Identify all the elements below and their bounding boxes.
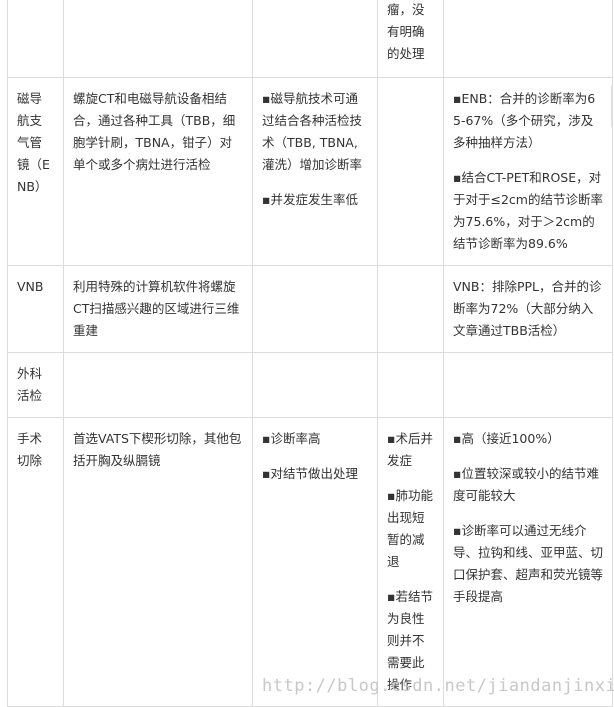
method-cell: 手术切除 <box>7 417 64 707</box>
diagnostic-rate-item: ▪高（接近100%） <box>453 431 560 446</box>
diagnostic-rate-item: ▪位置较深或较小的结节难度可能较大 <box>453 466 599 503</box>
method-cell: VNB <box>7 265 64 353</box>
disadvantages-cell <box>377 77 444 266</box>
table-row: 手术切除 首选VATS下楔形切除，其他包括开胸及纵膈镜 ▪诊断率高 ▪对结节做出… <box>7 417 613 707</box>
advantages-cell <box>252 352 378 418</box>
description-cell <box>63 0 253 78</box>
advantages-cell <box>252 265 378 353</box>
method-cell: 磁导航支气管镜（ENB） <box>7 77 64 266</box>
diagnostic-rate-cell: ▪ENB：合并的诊断率为65-67%（多个研究，涉及多种抽样方法） ▪结合CT-… <box>443 77 613 266</box>
disadvantage-item: ▪肺功能出现短暂的减退 <box>387 488 433 569</box>
description-cell <box>63 352 253 418</box>
diagnostic-rate-item: VNB：排除PPL，合并的诊断率为72%（大部分纳入文章通过TBB活检） <box>453 279 602 338</box>
diagnostic-rate-cell <box>443 0 613 78</box>
table-row: 瘤，没有明确的处理 <box>7 0 613 78</box>
comparison-table: 瘤，没有明确的处理 磁导航支气管镜（ENB） 螺旋CT和电磁导航设备相结合，通过… <box>7 0 613 707</box>
method-cell <box>7 0 64 78</box>
table-row: 外科活检 <box>7 352 613 418</box>
watermark: http://blog.csdn.net/jiandanjinxin <box>262 676 614 696</box>
diagnostic-rate-cell: VNB：排除PPL，合并的诊断率为72%（大部分纳入文章通过TBB活检） <box>443 265 613 353</box>
advantages-cell: ▪诊断率高 ▪对结节做出处理 <box>252 417 378 707</box>
advantages-cell <box>252 0 378 78</box>
advantage-item: ▪对结节做出处理 <box>262 466 358 481</box>
disadvantage-item: ▪术后并发症 <box>387 431 433 468</box>
advantage-item: ▪并发症发生率低 <box>262 192 358 207</box>
diagnostic-rate-cell: ▪高（接近100%） ▪位置较深或较小的结节难度可能较大 ▪诊断率可以通过无线介… <box>443 417 613 707</box>
disadvantages-cell <box>377 265 444 353</box>
disadvantage-item: 瘤，没有明确的处理 <box>387 2 425 61</box>
advantage-item: ▪磁导航技术可通过结合各种活检技术（TBB, TBNA, 灌洗）增加诊断率 <box>262 91 363 172</box>
advantage-item: ▪诊断率高 <box>262 431 321 446</box>
diagnostic-rate-item: ▪诊断率可以通过无线介导、拉钩和线、亚甲蓝、切口保护套、超声和荧光镜等手段提高 <box>453 523 604 604</box>
disadvantages-cell: 瘤，没有明确的处理 <box>377 0 444 78</box>
method-cell: 外科活检 <box>7 352 64 418</box>
diagnostic-rate-cell <box>443 352 613 418</box>
table-row: 磁导航支气管镜（ENB） 螺旋CT和电磁导航设备相结合，通过各种工具（TBB，细… <box>7 77 613 266</box>
diagnostic-rate-item: ▪结合CT-PET和ROSE，对于对于≤2cm的结节诊断率为75.6%，对于＞2… <box>453 170 603 251</box>
description-cell: 利用特殊的计算机软件将螺旋CT扫描感兴趣的区域进行三维重建 <box>63 265 253 353</box>
diagnostic-rate-item: ▪ENB：合并的诊断率为65-67%（多个研究，涉及多种抽样方法） <box>453 91 596 150</box>
description-cell: 螺旋CT和电磁导航设备相结合，通过各种工具（TBB，细胞学针刷，TBNA，钳子）… <box>63 77 253 266</box>
table-row: VNB 利用特殊的计算机软件将螺旋CT扫描感兴趣的区域进行三维重建 VNB：排除… <box>7 265 613 353</box>
disadvantages-cell <box>377 352 444 418</box>
disadvantages-cell: ▪术后并发症 ▪肺功能出现短暂的减退 ▪若结节为良性则并不需要此操作 <box>377 417 444 707</box>
description-cell: 首选VATS下楔形切除，其他包括开胸及纵膈镜 <box>63 417 253 707</box>
advantages-cell: ▪磁导航技术可通过结合各种活检技术（TBB, TBNA, 灌洗）增加诊断率 ▪并… <box>252 77 378 266</box>
